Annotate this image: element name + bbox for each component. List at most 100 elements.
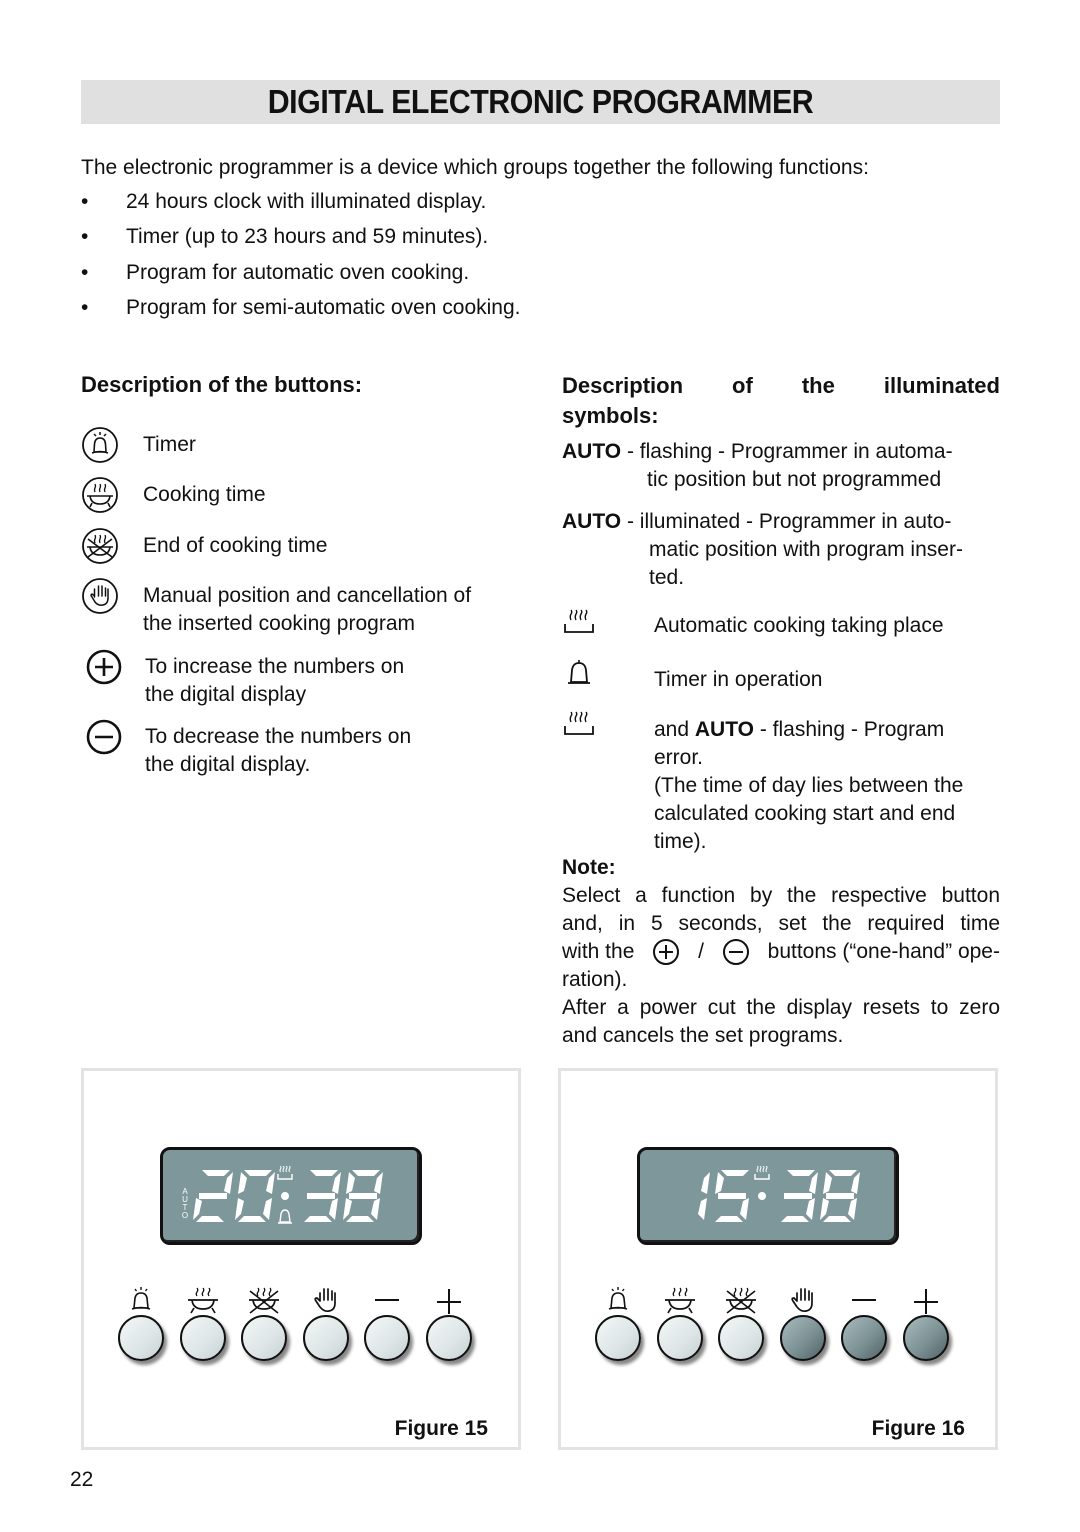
figure-caption: Figure 16 (871, 1417, 965, 1440)
lcd-segment-e (670, 1198, 679, 1220)
cooking-time-key-button[interactable] (656, 1315, 703, 1361)
note-line-with-icons: with the / buttons (“one-hand” ope- (562, 938, 1000, 966)
lcd-segment-a (787, 1170, 815, 1176)
buttons-description: Description of the buttons: Timer Cookin… (81, 372, 521, 776)
minus-circle-icon (722, 939, 749, 965)
lcd-segment-f (238, 1172, 247, 1194)
automatic-cooking-icon (564, 609, 594, 633)
bullet-icon: • (81, 225, 89, 249)
lcd-segment-f (823, 1172, 832, 1194)
lcd-segment-d (673, 1216, 701, 1222)
lcd-segment-a (721, 1170, 749, 1176)
bullet-icon: • (81, 295, 89, 319)
lcd-segment-b (809, 1172, 818, 1194)
figure-16: Figure 16 (558, 1068, 998, 1450)
plus-key-button[interactable] (425, 1315, 472, 1361)
auto-label: AUTO (694, 718, 754, 741)
lcd-segment-d (781, 1216, 809, 1222)
manual-hand-icon (303, 1283, 349, 1317)
lcd-segment-a (352, 1170, 380, 1176)
auto-flashing-item: AUTO - flashing - Programmer in automa- … (562, 440, 953, 491)
symbols-heading-line2: symbols: (562, 403, 659, 428)
lcd-segment-e (193, 1198, 202, 1220)
lcd-segment-a (202, 1170, 230, 1176)
lcd-segment-g (676, 1193, 704, 1199)
manual-key-button[interactable] (779, 1315, 826, 1361)
list-item: • 24 hours clock with illuminated display… (81, 190, 521, 225)
lcd-segment-d (715, 1216, 743, 1222)
end-of-cooking-key-button[interactable] (241, 1315, 287, 1361)
lcd-segment-c (698, 1198, 707, 1220)
lcd-digit (670, 1172, 710, 1222)
lcd-segment-d (346, 1216, 374, 1222)
plus-key-button[interactable] (902, 1315, 949, 1361)
lcd-segment-g (784, 1193, 812, 1199)
manual-key-button[interactable] (302, 1315, 349, 1361)
lcd-colon (758, 1192, 766, 1200)
symbols-description: Description of the illuminated symbols: … (562, 372, 1000, 1047)
lcd-segment-d (196, 1216, 224, 1222)
end-of-cooking-icon (82, 528, 118, 564)
lcd-segment-f (673, 1172, 682, 1194)
minus-key-button[interactable] (841, 1315, 887, 1361)
timer-bell-icon (595, 1283, 641, 1317)
lcd-segment-b (851, 1172, 860, 1194)
manual-hand-icon (82, 578, 118, 614)
function-list: • 24 hours clock with illuminated display… (81, 190, 521, 331)
bullet-icon: • (81, 190, 89, 213)
lcd-segment-a (829, 1170, 857, 1176)
lcd-segment-f (346, 1172, 355, 1194)
timer-bell-icon (82, 427, 118, 463)
lcd-segment-b (224, 1172, 233, 1194)
minus-circle-icon (86, 719, 122, 755)
bullet-icon: • (81, 260, 89, 284)
list-item: • Program for automatic oven cooking. (81, 261, 521, 296)
minus-icon (364, 1283, 410, 1317)
cooking-time-pot-icon (180, 1283, 226, 1317)
note-heading: Note: (562, 856, 616, 879)
auto-label: AUTO (562, 440, 622, 463)
lcd-segment-f (196, 1172, 205, 1194)
page-number: 22 (70, 1468, 94, 1491)
lcd-segment-g (349, 1193, 377, 1199)
lcd-segment-e (301, 1198, 310, 1220)
timer-bell-icon (118, 1283, 164, 1317)
lcd-segment-g (718, 1193, 746, 1199)
lcd-segment-f (304, 1172, 313, 1194)
lcd-segment-e (712, 1198, 721, 1220)
lcd-segment-g (241, 1193, 269, 1199)
lcd-segment-e (778, 1198, 787, 1220)
minus-key-button[interactable] (364, 1315, 410, 1361)
lcd-digit (778, 1170, 818, 1222)
note-block: Note: Select a function by the respectiv… (562, 856, 1000, 1047)
end-of-cooking-icon (718, 1283, 764, 1317)
page-title: DIGITAL ELECTRONIC PROGRAMMER (267, 83, 814, 120)
lcd-digit (301, 1170, 341, 1222)
lcd-segment-g (199, 1193, 227, 1199)
lcd-digits (670, 1165, 860, 1222)
svg-text:O: O (182, 1211, 188, 1220)
lcd-segment-g (826, 1193, 854, 1199)
lcd-cooking-symbol (277, 1165, 293, 1180)
lcd-segment-b (701, 1172, 710, 1194)
timer-key-button[interactable] (595, 1315, 641, 1361)
lcd-auto-indicator: AUTO (182, 1187, 188, 1220)
timer-key-button[interactable] (118, 1315, 164, 1361)
lcd-segment-d (304, 1216, 332, 1222)
lcd-segment-c (371, 1198, 380, 1220)
lcd-display (637, 1147, 899, 1245)
lcd-segment-c (263, 1198, 272, 1220)
lcd-segment-e (343, 1198, 352, 1220)
auto-label: AUTO (562, 510, 622, 533)
plus-circle-icon (653, 939, 680, 965)
end-of-cooking-key-button[interactable] (718, 1315, 764, 1361)
plus-circle-icon (86, 649, 122, 685)
lcd-segment-e (820, 1198, 829, 1220)
lcd-segment-c (740, 1198, 749, 1220)
lcd-display: AUTO (160, 1147, 422, 1245)
lcd-digit (193, 1170, 233, 1222)
lcd-colon (281, 1192, 289, 1200)
lcd-segment-c (329, 1198, 338, 1220)
plus-icon (903, 1283, 949, 1317)
cooking-time-key-button[interactable] (179, 1315, 226, 1361)
